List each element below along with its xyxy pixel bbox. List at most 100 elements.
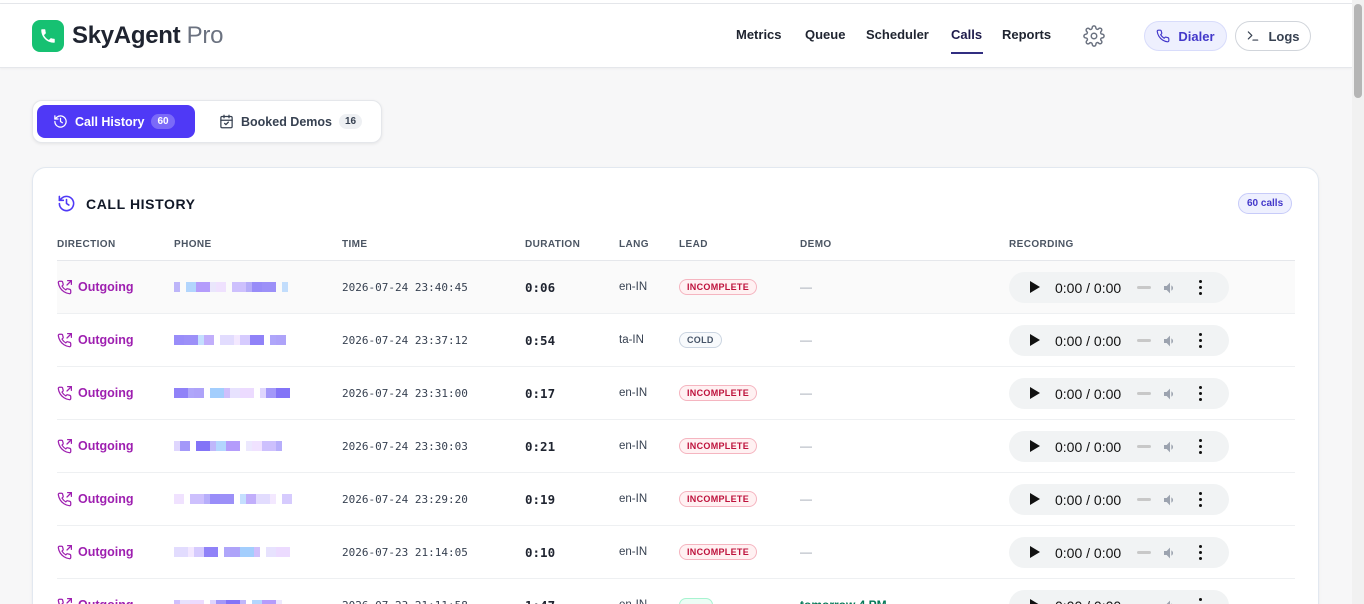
progress-bar[interactable] <box>1137 550 1151 554</box>
brand-name: SkyAgent Pro <box>72 22 223 50</box>
more-options-icon[interactable] <box>1199 491 1203 510</box>
tab-booked-demos[interactable]: Booked Demos 16 <box>203 105 379 138</box>
play-icon[interactable] <box>1030 545 1040 558</box>
redacted-phone-number <box>174 440 288 452</box>
volume-icon[interactable] <box>1162 598 1178 604</box>
phone-cell-redacted <box>174 367 294 419</box>
lead-cell: INCOMPLETE <box>679 473 758 525</box>
play-icon[interactable] <box>1030 280 1040 293</box>
table-row[interactable]: Outgoing 2026-07-24 23:40:45 0:06 en-IN … <box>57 261 1295 314</box>
audio-player[interactable]: 0:00 / 0:00 <box>1009 324 1229 356</box>
volume-icon[interactable] <box>1162 545 1178 566</box>
demo-cell: — <box>800 280 812 294</box>
dialer-label: Dialer <box>1178 28 1215 44</box>
time-cell: 2026-07-23 21:14:05 <box>342 545 468 559</box>
gear-icon[interactable] <box>1083 25 1105 47</box>
demo-cell: — <box>800 386 812 400</box>
lead-cell: INCOMPLETE <box>679 367 758 419</box>
time-cell: 2026-07-24 23:30:03 <box>342 439 468 453</box>
phone-cell-redacted <box>174 261 294 313</box>
progress-bar[interactable] <box>1137 391 1151 395</box>
direction-label: Outgoing <box>78 386 134 400</box>
nav-calls[interactable]: Calls <box>951 27 982 42</box>
col-lead[interactable]: LEAD <box>679 239 708 250</box>
volume-icon[interactable] <box>1162 280 1178 301</box>
dialer-button[interactable]: Dialer <box>1144 21 1227 51</box>
lead-badge: INCOMPLETE <box>679 385 758 401</box>
audio-player[interactable]: 0:00 / 0:00 <box>1009 271 1229 303</box>
player-time: 0:00 / 0:00 <box>1055 385 1122 402</box>
audio-player[interactable]: 0:00 / 0:00 <box>1009 377 1229 409</box>
lead-badge: INCOMPLETE <box>679 438 758 454</box>
play-icon[interactable] <box>1030 386 1040 399</box>
col-direction[interactable]: DIRECTION <box>57 239 116 250</box>
table-row[interactable]: Outgoing 2026-07-24 23:30:03 0:21 en-IN … <box>57 420 1295 473</box>
recording-cell: 0:00 / 0:00 <box>1009 420 1229 472</box>
audio-player[interactable]: 0:00 / 0:00 <box>1009 483 1229 515</box>
direction-cell: Outgoing <box>57 579 134 604</box>
more-options-icon[interactable] <box>1199 544 1203 563</box>
tab-call-history-label: Call History <box>75 114 145 129</box>
player-time: 0:00 / 0:00 <box>1055 491 1122 508</box>
phone-outgoing-icon <box>57 544 72 559</box>
duration-cell: 0:19 <box>525 491 556 507</box>
logs-button[interactable]: Logs <box>1235 21 1311 51</box>
more-options-icon[interactable] <box>1199 332 1203 351</box>
duration-cell: 0:17 <box>525 385 556 401</box>
nav-metrics[interactable]: Metrics <box>736 27 782 42</box>
calendar-check-icon <box>220 114 233 129</box>
more-options-icon[interactable] <box>1199 385 1203 404</box>
duration-cell: 0:06 <box>525 279 556 295</box>
play-icon[interactable] <box>1030 598 1040 604</box>
tab-booked-demos-label: Booked Demos <box>241 114 332 129</box>
tab-booked-demos-count: 16 <box>339 114 363 129</box>
more-options-icon[interactable] <box>1199 438 1203 457</box>
volume-icon[interactable] <box>1162 439 1178 460</box>
brand-light: Pro <box>186 22 224 49</box>
table-row[interactable]: Outgoing 2026-07-23 21:14:05 0:10 en-IN … <box>57 526 1295 579</box>
direction-label: Outgoing <box>78 280 134 294</box>
col-recording[interactable]: RECORDING <box>1009 239 1074 250</box>
volume-icon[interactable] <box>1162 386 1178 407</box>
lang-cell: en-IN <box>619 579 647 604</box>
nav-queue[interactable]: Queue <box>805 27 845 42</box>
play-icon[interactable] <box>1030 333 1040 346</box>
history-icon <box>58 195 75 212</box>
table-row[interactable]: Outgoing 2026-07-24 23:31:00 0:17 en-IN … <box>57 367 1295 420</box>
tab-call-history[interactable]: Call History 60 <box>37 105 195 138</box>
audio-player[interactable]: 0:00 / 0:00 <box>1009 430 1229 462</box>
col-duration[interactable]: DURATION <box>525 239 580 250</box>
lang-cell: en-IN <box>619 546 648 558</box>
phone-outgoing-icon <box>57 332 72 347</box>
direction-cell: Outgoing <box>57 526 134 578</box>
progress-bar[interactable] <box>1137 444 1151 448</box>
table-row[interactable]: Outgoing 2026-07-24 23:37:12 0:54 ta-IN … <box>57 314 1295 367</box>
more-options-icon[interactable] <box>1199 597 1203 604</box>
audio-player[interactable]: 0:00 / 0:00 <box>1009 536 1229 568</box>
audio-player[interactable]: 0:00 / 0:00 <box>1009 589 1229 604</box>
phone-cell-redacted <box>174 314 294 366</box>
col-lang[interactable]: LANG <box>619 239 649 250</box>
volume-icon[interactable] <box>1162 492 1178 513</box>
col-phone[interactable]: PHONE <box>174 239 212 250</box>
scrollbar-thumb[interactable] <box>1354 4 1362 98</box>
nav-reports[interactable]: Reports <box>1002 27 1051 42</box>
play-icon[interactable] <box>1030 492 1040 505</box>
nav-scheduler[interactable]: Scheduler <box>866 27 929 42</box>
progress-bar[interactable] <box>1137 285 1151 289</box>
demo-cell: — <box>800 333 812 347</box>
volume-icon[interactable] <box>1162 333 1178 354</box>
play-icon[interactable] <box>1030 439 1040 452</box>
lead-cell: INCOMPLETE <box>679 420 758 472</box>
progress-bar[interactable] <box>1137 338 1151 342</box>
col-demo[interactable]: DEMO <box>800 239 832 250</box>
progress-bar[interactable] <box>1137 497 1151 501</box>
more-options-icon[interactable] <box>1199 279 1203 298</box>
calls-count-badge: 60 calls <box>1238 193 1293 214</box>
lead-badge <box>679 598 713 604</box>
redacted-phone-number <box>174 334 286 346</box>
page-scrollbar[interactable] <box>1352 0 1364 604</box>
col-time[interactable]: TIME <box>342 239 368 250</box>
table-row[interactable]: Outgoing 2026-07-24 23:29:20 0:19 en-IN … <box>57 473 1295 526</box>
table-row[interactable]: Outgoing 2026-07-23 21:11:58 1:47 en-IN … <box>57 579 1295 604</box>
